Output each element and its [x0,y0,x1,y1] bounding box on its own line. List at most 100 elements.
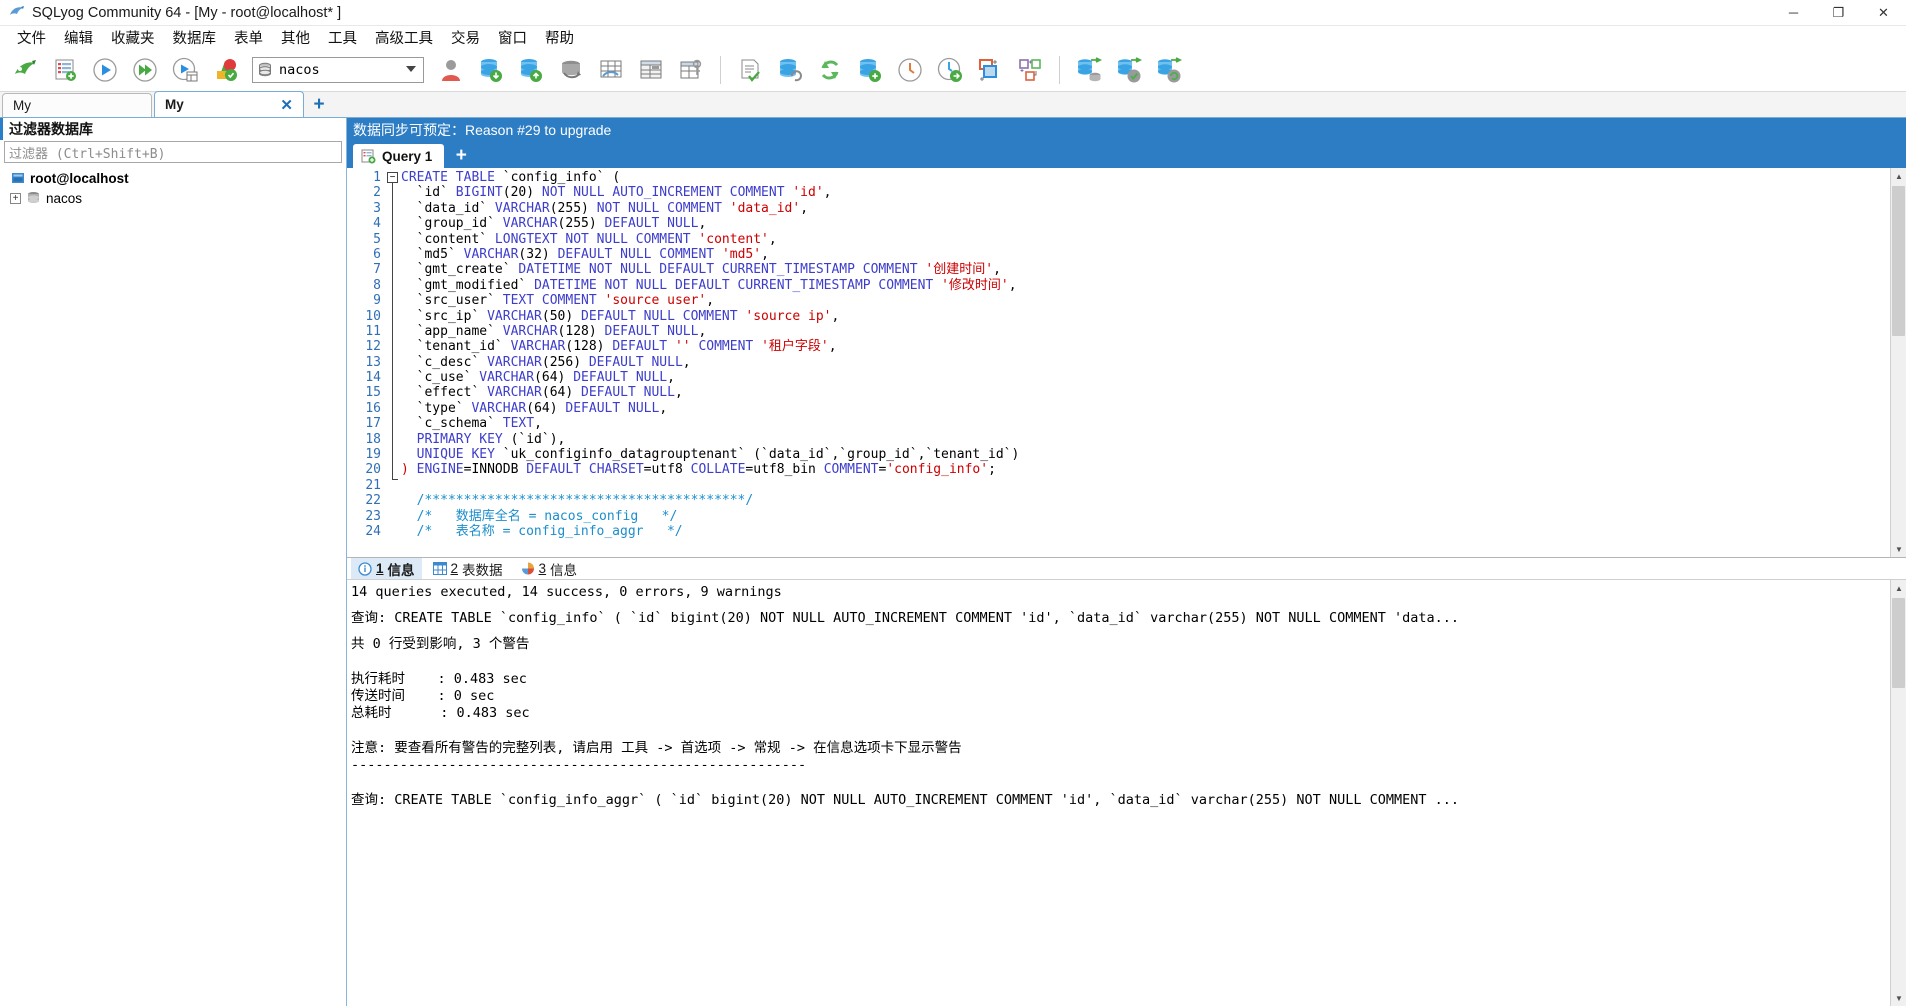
code-token: `gmt_modified` [401,277,535,293]
result-scroll-up-button[interactable]: ▲ [1891,580,1906,596]
scheduled-backup-button[interactable] [891,51,929,89]
window-title: SQLyog Community 64 - [My - root@localho… [32,4,342,21]
stop-query-button[interactable] [206,51,244,89]
code-token: (64) [534,370,574,386]
code-token: , [682,354,691,370]
code-token: CREATE TABLE [401,170,503,185]
code-token: NOT NULL COMMENT [596,200,730,216]
data-sync-refresh-button[interactable] [1150,51,1188,89]
menu-table[interactable]: 表单 [225,26,272,49]
messages-output[interactable]: 14 queries executed, 14 success, 0 error… [347,580,1890,1006]
code-token: DEFAULT CHARSET [526,462,644,478]
sql-code-content[interactable]: CREATE TABLE `config_info` ( `id` BIGINT… [401,168,1890,557]
result-vertical-scrollbar[interactable]: ▲ ▼ [1890,580,1906,1006]
execute-query-new-tab-button[interactable] [166,51,204,89]
data-sync-check-button[interactable] [1110,51,1148,89]
fold-toggle-icon[interactable]: − [387,172,398,183]
line-number: 22 [365,493,381,509]
result-panel: 1 信息 2 表数据 3 信息 14 queries executed, 14 succe… [347,558,1906,1006]
query-builder-button[interactable] [731,51,769,89]
editor-scroll-thumb[interactable] [1892,186,1905,336]
execute-query-button[interactable] [86,51,124,89]
add-query-tab-button[interactable]: + [444,144,478,168]
menu-tools[interactable]: 工具 [319,26,366,49]
code-token: `effect` [401,385,488,401]
chevron-down-icon[interactable] [406,65,416,72]
code-line: `gmt_create` DATETIME NOT NULL DEFAULT C… [401,262,1890,277]
code-token: DATETIME NOT NULL DEFAULT CURRENT_TIMEST… [518,262,926,278]
expand-icon[interactable]: + [10,192,21,204]
line-number: 18 [365,431,381,447]
menu-other[interactable]: 其他 [272,26,319,49]
message-line: ----------------------------------------… [351,757,807,773]
code-token: (50) [541,308,582,324]
scroll-down-button[interactable]: ▼ [1891,541,1906,557]
menu-favorites[interactable]: 收藏夹 [102,26,164,49]
code-token: DEFAULT NULL [565,400,660,416]
tree-node-1[interactable]: root@localhost [0,168,346,188]
code-token: =utf8_bin [745,462,824,478]
table-data-button[interactable] [632,51,670,89]
filter-input[interactable]: 过滤器 (Ctrl+Shift+B) [4,141,342,163]
database-selector-value: nacos [279,61,320,78]
code-fold-column[interactable]: − [385,168,401,557]
database-selector[interactable]: nacos [252,56,424,83]
result-tab-1[interactable]: 1 信息 [351,558,422,579]
refresh-objects-button[interactable] [811,51,849,89]
import-database-button[interactable] [472,51,510,89]
menu-powertools[interactable]: 高级工具 [366,26,442,49]
promo-banner[interactable]: 数据同步可预定：Reason #29 to upgrade [347,118,1906,142]
code-token: NOT NULL AUTO_INCREMENT COMMENT [541,185,793,201]
result-scroll-down-button[interactable]: ▼ [1891,990,1906,1006]
chart-icon [521,562,535,575]
export-database-button[interactable] [512,51,550,89]
connection-tab-2[interactable]: My ✕ [154,91,304,117]
data-sync-button[interactable] [1070,51,1108,89]
new-query-tab-button[interactable] [46,51,84,89]
code-token: DEFAULT NULL [573,370,668,386]
code-token: '租户字段' [761,339,829,355]
add-connection-tab-button[interactable]: + [306,93,332,117]
minimize-button[interactable]: ─ [1771,0,1816,26]
line-number: 14 [365,370,381,386]
code-token: `app_name` [401,323,503,339]
menu-file[interactable]: 文件 [8,26,55,49]
line-number: 23 [365,508,381,524]
new-connection-button[interactable] [6,51,44,89]
message-line: 传送时间 : 0 sec [351,688,495,704]
close-button[interactable]: ✕ [1861,0,1906,26]
menu-transaction[interactable]: 交易 [442,26,489,49]
menu-edit[interactable]: 编辑 [55,26,102,49]
sql-editor[interactable]: 1 2 3 4 5 6 7 8 9 10 11 12 13 14 15 16 17 18 19 20 21 22 23 24 … [347,168,1906,558]
copy-database-button[interactable] [851,51,889,89]
menu-database[interactable]: 数据库 [164,26,226,49]
import-external-data-button[interactable] [592,51,630,89]
connection-tab-1[interactable]: My [2,93,152,117]
tree-node-2[interactable]: + nacos [0,188,346,208]
form-view-button[interactable] [1011,51,1049,89]
code-token: (32) [518,246,558,262]
scroll-up-button[interactable]: ▲ [1891,168,1906,184]
restore-backup-button[interactable] [552,51,590,89]
execute-all-queries-button[interactable] [126,51,164,89]
code-line: `id` BIGINT(20) NOT NULL AUTO_INCREMENT … [401,185,1890,200]
menu-help[interactable]: 帮助 [536,26,583,49]
notification-services-button[interactable] [931,51,969,89]
manage-indexes-button[interactable] [672,51,710,89]
code-token: =utf8 [643,462,691,478]
query-tab-1[interactable]: Query 1 [353,144,445,168]
result-tab-2[interactable]: 2 表数据 [426,558,510,579]
user-manager-button[interactable] [432,51,470,89]
result-scroll-thumb[interactable] [1892,598,1905,688]
schema-designer-button[interactable] [971,51,1009,89]
menu-window[interactable]: 窗口 [489,26,536,49]
code-token: ENGINE [416,462,464,478]
sync-database-button[interactable] [771,51,809,89]
line-number: 5 [373,231,381,247]
code-token: , [993,262,1001,278]
editor-vertical-scrollbar[interactable]: ▲ ▼ [1890,168,1906,557]
close-icon[interactable]: ✕ [262,96,293,114]
maximize-button[interactable]: ❐ [1816,0,1861,26]
result-tab-3[interactable]: 3 信息 [514,558,585,579]
